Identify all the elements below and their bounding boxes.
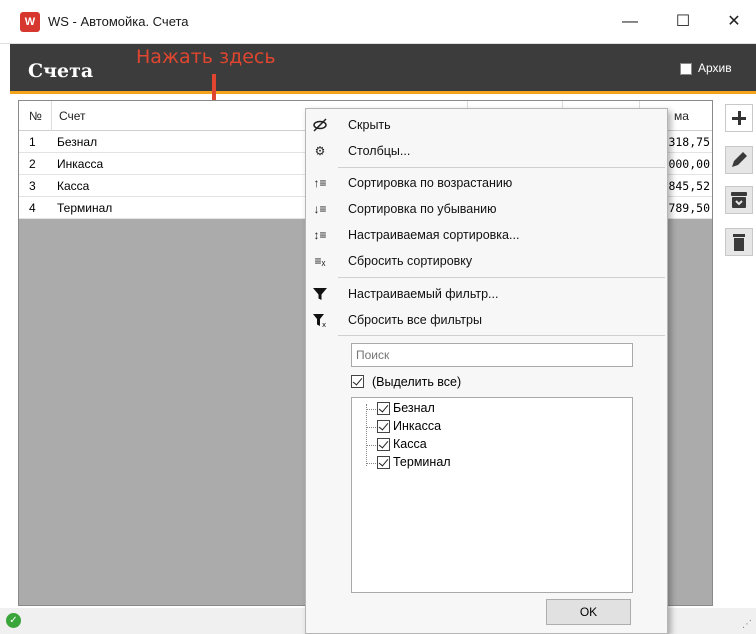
tree-guide-line xyxy=(366,404,367,466)
eye-slash-icon xyxy=(312,117,328,133)
archive-label: Архив xyxy=(698,61,732,75)
row-number: 1 xyxy=(29,135,36,149)
row-account: Безнал xyxy=(57,135,98,149)
resize-grip-icon[interactable]: ⋰ xyxy=(742,619,752,630)
filter-value-checkbox[interactable] xyxy=(377,420,390,433)
filter-value-label: Терминал xyxy=(393,455,451,469)
page-title: Счета xyxy=(28,60,94,82)
annotation-text: Нажать здесь xyxy=(136,46,276,68)
select-all-checkbox[interactable] xyxy=(351,375,364,388)
row-account: Терминал xyxy=(57,201,113,215)
menu-item-label: Сортировка по убыванию xyxy=(348,202,497,216)
custom-sort-icon: ↕≡ xyxy=(313,228,327,242)
tree-guide-line xyxy=(366,445,376,446)
menu-separator xyxy=(338,167,665,168)
column-header-number[interactable]: № xyxy=(29,109,42,123)
close-button[interactable]: ✕ xyxy=(714,8,754,36)
row-amount: 845,52 xyxy=(668,179,710,193)
menu-item-custom-filter[interactable]: Настраиваемый фильтр... xyxy=(306,282,667,306)
trash-icon xyxy=(733,234,745,251)
menu-item-columns[interactable]: ⚙ Столбцы... xyxy=(306,139,667,163)
tree-guide-line xyxy=(366,427,376,428)
menu-item-label: Сбросить все фильтры xyxy=(348,313,482,327)
filter-value-checkbox[interactable] xyxy=(377,456,390,469)
filter-value-label: Касса xyxy=(393,437,427,451)
row-account: Инкасса xyxy=(57,157,104,171)
filter-value-label: Инкасса xyxy=(393,419,442,433)
menu-separator xyxy=(338,277,665,278)
menu-item-label: Скрыть xyxy=(348,118,391,132)
filter-icon xyxy=(312,286,328,302)
filter-search-field[interactable] xyxy=(351,343,633,367)
archive-button[interactable] xyxy=(725,186,753,214)
sort-descending-icon: ↓≡ xyxy=(313,202,327,216)
row-amount: 789,50 xyxy=(668,201,710,215)
row-number: 2 xyxy=(29,157,36,171)
menu-item-clear-filters[interactable]: x Сбросить все фильтры xyxy=(306,308,667,332)
sort-ascending-icon: ↑≡ xyxy=(313,176,327,190)
menu-item-label: Столбцы... xyxy=(348,144,411,158)
tree-guide-line xyxy=(366,463,376,464)
annotation-arrow-shaft xyxy=(212,74,216,102)
pencil-icon xyxy=(732,152,747,167)
tree-guide-line xyxy=(366,409,376,410)
menu-item-sort-ascending[interactable]: ↑≡ Сортировка по возрастанию xyxy=(306,171,667,195)
column-context-menu: Скрыть ⚙ Столбцы... ↑≡ Сортировка по воз… xyxy=(305,108,668,634)
edit-button[interactable] xyxy=(725,146,753,174)
window-title: WS - Автомойка. Счета xyxy=(48,14,189,29)
clear-sort-icon: ≡ₓ xyxy=(314,254,326,268)
archive-checkbox[interactable] xyxy=(680,63,692,75)
column-header-amount[interactable]: ма xyxy=(674,109,689,123)
filter-value-checkbox[interactable] xyxy=(377,438,390,451)
add-button[interactable] xyxy=(725,104,753,132)
clear-filter-icon: x xyxy=(312,312,328,329)
menu-item-label: Настраиваемая сортировка... xyxy=(348,228,520,242)
row-amount: 000,00 xyxy=(668,157,710,171)
menu-item-label: Сортировка по возрастанию xyxy=(348,176,513,190)
window-titlebar: W WS - Автомойка. Счета — ☐ ✕ xyxy=(0,0,756,44)
filter-value-checkbox[interactable] xyxy=(377,402,390,415)
delete-button[interactable] xyxy=(725,228,753,256)
column-separator[interactable] xyxy=(51,101,52,131)
menu-separator xyxy=(338,335,665,336)
ok-button[interactable]: OK xyxy=(546,599,631,625)
row-number: 4 xyxy=(29,201,36,215)
gear-icon: ⚙ xyxy=(314,144,326,158)
column-header-account[interactable]: Счет xyxy=(59,109,86,123)
page-header: Счета Архив xyxy=(10,44,756,94)
menu-item-hide[interactable]: Скрыть xyxy=(306,113,667,137)
minimize-button[interactable]: — xyxy=(610,8,650,36)
menu-item-sort-descending[interactable]: ↓≡ Сортировка по убыванию xyxy=(306,197,667,221)
menu-item-label: Сбросить сортировку xyxy=(348,254,473,268)
row-number: 3 xyxy=(29,179,36,193)
row-account: Касса xyxy=(57,179,90,193)
row-amount: 318,75 xyxy=(668,135,710,149)
select-all-label: (Выделить все) xyxy=(372,375,462,389)
menu-item-label: Настраиваемый фильтр... xyxy=(348,287,499,301)
app-logo-icon: W xyxy=(20,12,40,32)
check-circle-icon: ✓ xyxy=(6,613,21,628)
menu-item-clear-sort[interactable]: ≡ₓ Сбросить сортировку xyxy=(306,249,667,273)
filter-value-label: Безнал xyxy=(393,401,435,415)
archive-box-icon xyxy=(731,192,747,208)
svg-text:x: x xyxy=(322,321,326,328)
menu-item-custom-sort[interactable]: ↕≡ Настраиваемая сортировка... xyxy=(306,223,667,247)
maximize-button[interactable]: ☐ xyxy=(663,8,703,36)
filter-search-input[interactable] xyxy=(352,344,632,366)
filter-values-list[interactable]: Безнал Инкасса Касса Терминал xyxy=(351,397,633,593)
